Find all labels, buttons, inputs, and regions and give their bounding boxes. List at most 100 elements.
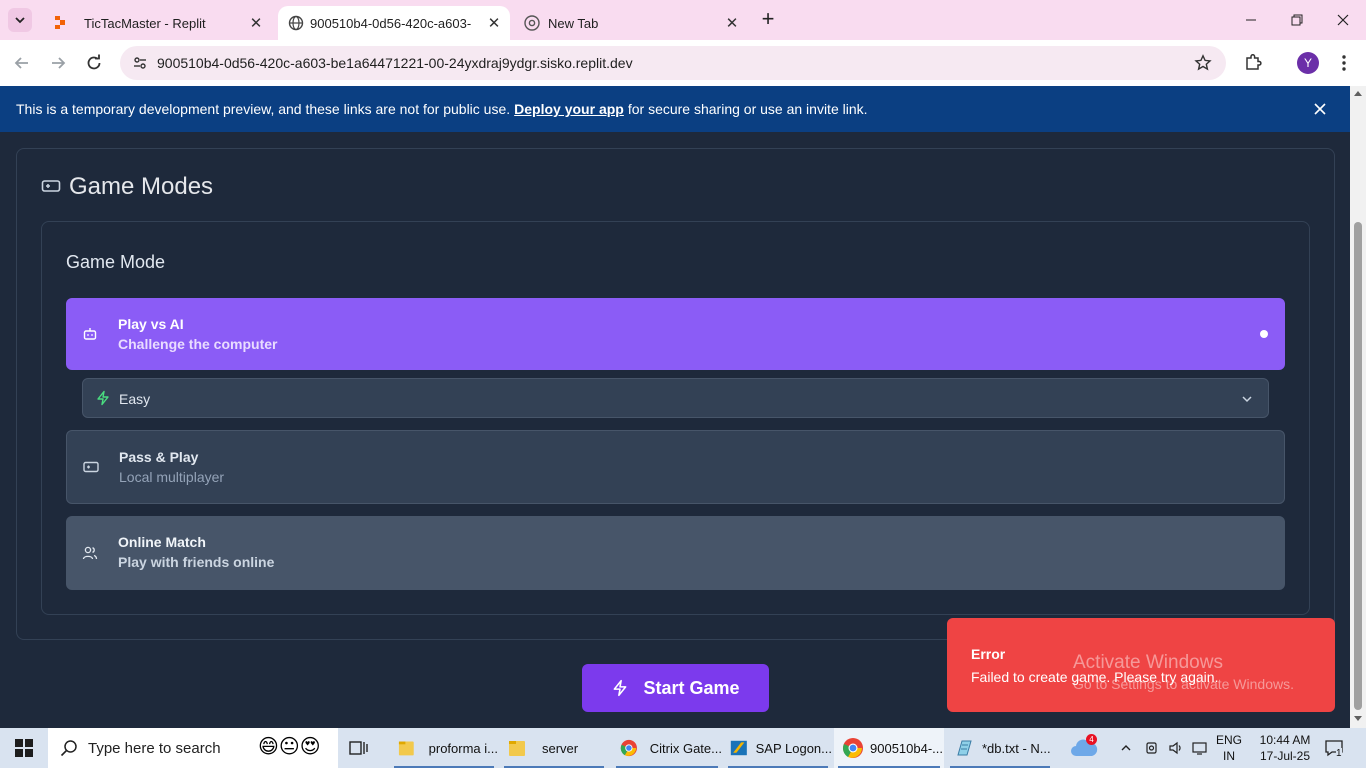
taskbar-app-label: proforma i... [428, 740, 498, 756]
browser-toolbar: 900510b4-0d56-420c-a603-be1a64471221-00-… [0, 40, 1366, 86]
mode-title: Pass & Play [119, 449, 199, 465]
tab-close-icon[interactable]: ✕ [724, 15, 740, 32]
task-view-icon [349, 741, 368, 755]
tab-new-tab[interactable]: New Tab ✕ [512, 6, 748, 40]
tab-title: 900510b4-0d56-420c-a603-be1 [310, 15, 472, 31]
windows-taskbar: Type here to search 😄😐😍 proforma i... se… [0, 728, 1366, 768]
browser-menu-button[interactable] [1336, 53, 1352, 73]
folder-icon [509, 741, 525, 756]
start-game-button[interactable]: Start Game [582, 664, 769, 712]
taskbar-app-label: Citrix Gate... [649, 740, 722, 756]
taskbar-app-label: 900510b4-... [870, 740, 944, 756]
scrollbar-thumb[interactable] [1354, 222, 1362, 710]
chrome-icon [524, 15, 540, 31]
tab-title: TicTacMaster - Replit [84, 15, 206, 31]
tab-search-button[interactable] [8, 8, 32, 32]
close-banner-icon[interactable] [1314, 103, 1326, 115]
weather-widget[interactable]: 4 [1070, 734, 1098, 760]
tray-clock[interactable]: 10:44 AM 17-Jul-25 [1254, 728, 1316, 768]
taskbar-app-citrix[interactable]: Citrix Gate... [612, 728, 722, 768]
users-icon [82, 546, 98, 560]
tab-tictacmaster[interactable]: TicTacMaster - Replit ✕ [40, 6, 276, 40]
restore-icon [1291, 14, 1303, 26]
mode-option-pass-and-play[interactable]: Pass & Play Local multiplayer [66, 430, 1285, 504]
close-icon [1337, 14, 1349, 26]
extensions-button[interactable] [1244, 52, 1264, 72]
restore-button[interactable] [1274, 0, 1320, 40]
address-bar[interactable]: 900510b4-0d56-420c-a603-be1a64471221-00-… [120, 46, 1226, 80]
kebab-menu-icon [1342, 55, 1346, 71]
notification-center[interactable]: 1 [1324, 728, 1344, 768]
start-button[interactable] [0, 728, 48, 768]
bot-icon [83, 328, 97, 340]
mode-option-online-match[interactable]: Online Match Play with friends online [66, 516, 1285, 590]
mode-subtitle: Play with friends online [118, 554, 275, 570]
close-window-button[interactable] [1320, 0, 1366, 40]
camera-icon [1146, 742, 1157, 754]
search-icon [60, 740, 77, 757]
deploy-link[interactable]: Deploy your app [514, 101, 624, 117]
toast-title: Error [971, 646, 1006, 662]
language-code: ENG [1216, 733, 1243, 747]
scroll-up-arrow-icon[interactable] [1354, 90, 1362, 96]
taskbar-search-box[interactable]: Type here to search 😄😐😍 [48, 728, 338, 768]
taskbar-app-sap-logon[interactable]: SAP Logon... [724, 728, 832, 768]
avatar-initial: Y [1303, 56, 1312, 70]
tray-meet-now[interactable] [1144, 728, 1160, 768]
scroll-down-arrow-icon[interactable] [1354, 716, 1362, 722]
puzzle-icon [1246, 53, 1262, 70]
minimize-button[interactable] [1228, 0, 1274, 40]
profile-avatar[interactable]: Y [1297, 52, 1319, 74]
tab-title: New Tab [548, 15, 599, 31]
task-view-button[interactable] [348, 738, 368, 758]
tab-close-icon[interactable]: ✕ [486, 15, 502, 32]
tray-chevron[interactable] [1120, 728, 1132, 768]
weather-badge: 4 [1086, 734, 1097, 745]
mode-subtitle: Challenge the computer [118, 336, 278, 352]
new-tab-button[interactable]: + [758, 8, 778, 30]
volume-icon [1169, 741, 1181, 755]
replit-icon [55, 16, 65, 29]
tray-network[interactable] [1191, 728, 1209, 768]
banner-text-after: for secure sharing or use an invite link… [627, 101, 868, 117]
taskbar-app-server[interactable]: server [500, 728, 608, 768]
game-mode-panel: Game Mode Play vs AI Challenge the compu… [41, 221, 1310, 615]
start-game-label: Start Game [643, 677, 740, 698]
notepad-icon [957, 740, 972, 756]
zap-icon [614, 679, 627, 697]
tray-volume[interactable] [1168, 728, 1184, 768]
selected-indicator [1260, 330, 1268, 338]
globe-icon [288, 15, 304, 31]
network-icon [1192, 742, 1207, 755]
site-settings-icon[interactable] [132, 55, 148, 71]
arrow-right-icon [52, 57, 66, 69]
mode-option-play-vs-ai[interactable]: Play vs AI Challenge the computer [66, 298, 1285, 370]
taskbar-app-chrome-preview[interactable]: 900510b4-... [834, 728, 944, 768]
banner-text-before: This is a temporary development preview,… [16, 101, 511, 117]
tab-preview[interactable]: 900510b4-0d56-420c-a603-be1 ✕ [278, 6, 510, 40]
reload-button[interactable] [84, 53, 104, 73]
reload-icon [87, 54, 101, 70]
activate-windows-hint: Go to Settings to activate Windows. [1073, 676, 1294, 692]
forward-button[interactable] [48, 53, 68, 73]
browser-tab-strip: TicTacMaster - Replit ✕ 900510b4-0d56-42… [0, 0, 1366, 40]
section-title: Game Modes [69, 173, 214, 200]
taskbar-app-label: *db.txt - N... [982, 740, 1051, 756]
zap-icon [97, 390, 109, 406]
search-placeholder: Type here to search [88, 739, 221, 757]
difficulty-select[interactable]: Easy [82, 378, 1269, 418]
chevron-down-icon [1242, 396, 1252, 403]
sap-logon-icon [730, 740, 747, 756]
tab-close-icon[interactable]: ✕ [248, 15, 264, 32]
bookmark-star-icon[interactable] [1194, 54, 1212, 72]
page-scrollbar[interactable] [1350, 86, 1366, 728]
taskbar-app-proforma[interactable]: proforma i... [390, 728, 498, 768]
url-text[interactable]: 900510b4-0d56-420c-a603-be1a64471221-00-… [157, 55, 633, 71]
back-button[interactable] [12, 53, 32, 73]
taskbar-app-notepad[interactable]: *db.txt - N... [946, 728, 1054, 768]
notification-count: 1 [1336, 748, 1342, 759]
tray-language[interactable]: ENG IN [1216, 728, 1242, 768]
minimize-icon [1246, 19, 1256, 21]
chevron-down-icon [15, 17, 25, 24]
mode-title: Online Match [118, 534, 206, 550]
